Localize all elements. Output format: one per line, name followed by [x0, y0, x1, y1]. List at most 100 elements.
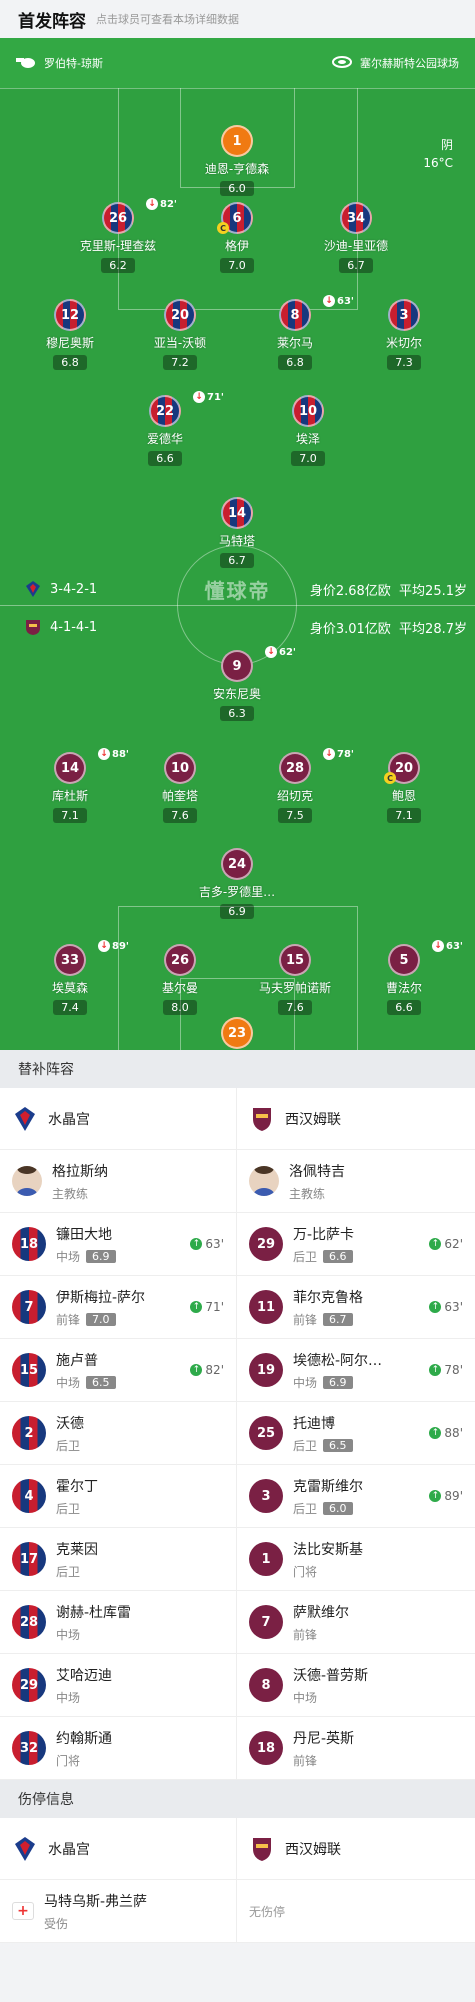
player-name: 埃莫森 [51, 981, 88, 995]
sub-player-name: 伊斯梅拉-萨尔 [56, 1289, 146, 1306]
sub-player-name: 克莱因 [56, 1541, 98, 1558]
player-name: 米切尔 [385, 336, 422, 350]
player-jersey: 6C [217, 202, 253, 234]
home-player-9[interactable]: 10 埃泽 7.0 [248, 395, 368, 466]
home-player-4[interactable]: 12 穆尼奥斯 6.8 [10, 299, 130, 370]
sub-player-row[interactable]: 3 克雷斯维尔 后卫 6.0 ↑ 89' [237, 1465, 475, 1528]
home-player-8[interactable]: 22 ↓ 71' 爱德华 6.6 [105, 391, 225, 466]
player-jersey: 25 [249, 1416, 283, 1450]
sub-player-row[interactable]: 17 克莱因后卫 [0, 1528, 236, 1591]
player-jersey: 17 [12, 1542, 46, 1576]
player-jersey: 8 [249, 1668, 283, 1702]
sub-player-row[interactable]: 7 萨默维尔 前锋 [237, 1591, 475, 1654]
crystal-palace-crest-icon [12, 1105, 38, 1133]
sub-player-row[interactable]: 7 伊斯梅拉-萨尔 前锋 7.0 ↑ 71' [0, 1276, 236, 1339]
home-player-10[interactable]: 14 马特塔 6.7 [177, 497, 297, 568]
sub-player-row[interactable]: 15 施卢普 中场 6.5 ↑ 82' [0, 1339, 236, 1402]
sub-player-row[interactable]: 18 镰田大地 中场 6.9 ↑ 63' [0, 1213, 236, 1276]
sub-player-row[interactable]: 29 万-比萨卡 后卫 6.6 ↑ 62' [237, 1213, 475, 1276]
sub-player-rating: 6.9 [323, 1375, 353, 1389]
player-name: 莱尔马 [276, 336, 313, 350]
player-rating: 6.6 [148, 451, 182, 466]
away-player-3[interactable]: 28 ↓ 78' 绍切克 7.5 [235, 748, 355, 823]
sub-player-row[interactable]: 4 霍尔丁 后卫 [0, 1465, 236, 1528]
away-player-9[interactable]: 5 ↓ 63' 曹法尔 6.6 [344, 940, 464, 1015]
player-jersey: 11 [249, 1290, 283, 1324]
away-player-10[interactable]: 23阿雷奥拉7.2 [177, 1017, 297, 1050]
sub-player-position: 中场 [56, 1249, 81, 1264]
coach-label: 主教练 [52, 1186, 89, 1201]
player-jersey: 33 ↓ 89' [54, 940, 129, 976]
sub-player-row[interactable]: 25 托迪博 后卫 6.5 ↑ 88' [237, 1402, 475, 1465]
sub-player-row[interactable]: 8 沃德-普劳斯 中场 [237, 1654, 475, 1717]
home-player-6[interactable]: 8 ↓ 63' 莱尔马 6.8 [235, 295, 355, 370]
away-player-1[interactable]: 14 ↓ 88' 库杜斯 7.1 [10, 748, 130, 823]
sub-arrow-icon: ↓ [98, 940, 110, 952]
sub-on-arrow-icon: ↑ [190, 1301, 203, 1313]
sub-player-row[interactable]: 18 丹尼-英斯 前锋 [237, 1717, 475, 1780]
home-player-3[interactable]: 34 沙迪-里亚德 6.7 [296, 202, 416, 273]
away-no-injury-row: 无伤停 [237, 1880, 475, 1943]
sub-player-position: 后卫 [293, 1501, 318, 1516]
player-name: 吉多-罗德里… [198, 885, 276, 899]
sub-on-arrow-icon: ↑ [429, 1238, 442, 1250]
sub-player-position: 中场 [56, 1690, 81, 1705]
home-subs-column: 水晶宫 格拉斯纳 主教练 18 镰田大地 中场 6.9 ↑ 63' 7 伊斯梅拉-萨尔 前锋 7.0… [0, 1088, 237, 1780]
sub-player-row[interactable]: 29 艾哈迈迪 中场 [0, 1654, 236, 1717]
pitch-topbar: 罗伯特-琼斯 塞尔赫斯特公园球场 [0, 38, 475, 88]
player-jersey: 4 [12, 1479, 46, 1513]
sub-player-position: 后卫 [56, 1564, 81, 1579]
referee-name: 罗伯特-琼斯 [44, 57, 103, 70]
home-player-1[interactable]: 26 ↓ 82' 克里斯-理查兹 6.2 [58, 198, 178, 273]
home-coach-row[interactable]: 格拉斯纳 主教练 [0, 1150, 236, 1213]
sub-arrow-icon: ↓ [323, 748, 335, 760]
sub-player-row[interactable]: 19 埃德松-阿尔… 中场 6.9 ↑ 78' [237, 1339, 475, 1402]
injured-player-row[interactable]: + 马特乌斯-弗兰萨 受伤 [0, 1880, 236, 1943]
away-player-4[interactable]: 20 C 鲍恩 7.1 [344, 752, 464, 823]
player-rating: 6.2 [101, 258, 135, 273]
sub-player-row[interactable]: 11 菲尔克鲁格 前锋 6.7 ↑ 63' [237, 1276, 475, 1339]
sub-player-rating: 6.7 [323, 1312, 353, 1326]
sub-player-name: 艾哈迈迪 [56, 1667, 112, 1684]
sub-on-minute: ↑ 63' [190, 1237, 224, 1251]
away-player-6[interactable]: 33 ↓ 89' 埃莫森 7.4 [10, 940, 130, 1015]
lineup-subtitle: 点击球员可查看本场详细数据 [96, 13, 239, 26]
away-team-row[interactable]: 西汉姆联 [237, 1088, 475, 1150]
home-player-5[interactable]: 20 亚当-沃顿 7.2 [120, 299, 240, 370]
sub-player-name: 沃德-普劳斯 [293, 1667, 369, 1684]
away-player-7[interactable]: 26 基尔曼 8.0 [120, 944, 240, 1015]
sub-player-rating: 6.5 [323, 1438, 353, 1452]
home-team-row[interactable]: 水晶宫 [0, 1088, 236, 1150]
player-rating: 7.6 [163, 808, 197, 823]
lineup-title: 首发阵容 [18, 11, 86, 32]
sub-on-arrow-icon: ↑ [190, 1238, 203, 1250]
sub-player-row[interactable]: 1 法比安斯基 门将 [237, 1528, 475, 1591]
player-rating: 7.5 [278, 808, 312, 823]
sub-player-row[interactable]: 28 谢赫-杜库雷 中场 [0, 1591, 236, 1654]
away-player-5[interactable]: 24 吉多-罗德里… 6.9 [177, 848, 297, 919]
sub-player-row[interactable]: 32 约翰斯通 门将 [0, 1717, 236, 1780]
home-player-0[interactable]: 1 迪恩-亨德森 6.0 [177, 125, 297, 196]
away-injury-team-row: 西汉姆联 [237, 1818, 475, 1880]
sub-on-minute: ↑ 88' [429, 1426, 463, 1440]
player-jersey: 1 [221, 125, 253, 157]
away-player-0[interactable]: 9 ↓ 62' 安东尼奥 6.3 [177, 646, 297, 721]
stadium-icon [332, 55, 352, 72]
home-formation: 3-4-2-1 [24, 580, 97, 598]
player-jersey: 2 [12, 1416, 46, 1450]
away-coach-row[interactable]: 洛佩特吉 主教练 [237, 1150, 475, 1213]
coach-label: 主教练 [289, 1186, 326, 1201]
home-player-2[interactable]: 6 C 格伊 7.0 [177, 202, 297, 273]
sub-player-name: 万-比萨卡 [293, 1226, 355, 1243]
sub-player-name: 沃德 [56, 1415, 84, 1432]
sub-on-minute: ↑ 89' [429, 1489, 463, 1503]
away-player-2[interactable]: 10 帕奎塔 7.6 [120, 752, 240, 823]
west-ham-crest-icon [249, 1835, 275, 1863]
injury-home-team-name: 水晶宫 [48, 1841, 90, 1858]
away-player-8[interactable]: 15 马夫罗帕诺斯 7.6 [235, 944, 355, 1015]
home-player-7[interactable]: 3 米切尔 7.3 [344, 299, 464, 370]
sub-player-name: 谢赫-杜库雷 [56, 1604, 132, 1621]
player-rating: 7.1 [387, 808, 421, 823]
sub-player-row[interactable]: 2 沃德 后卫 [0, 1402, 236, 1465]
player-name: 沙迪-里亚德 [323, 239, 389, 253]
